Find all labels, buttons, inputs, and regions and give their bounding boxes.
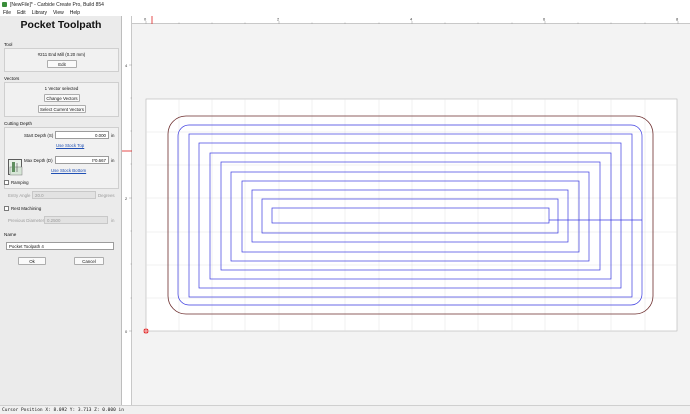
title-bar: [NewFile]* - Carbide Create Pro, Build 8… [0,0,690,9]
max-depth-label: Max Depth (D) [24,158,53,163]
start-depth-label: Start Depth (S) [24,133,54,138]
use-stock-bottom-link[interactable]: Use Stock Bottom [51,168,86,173]
entry-angle-unit: Degrees [98,193,115,198]
ramping-label: Ramping [11,180,29,185]
rest-machining-label: Rest Machining [11,206,42,211]
depth-diagram-icon [8,159,23,176]
pocket-toolpath-panel: Pocket Toolpath Tool #211 End Mill (0.20… [0,16,122,405]
panel-title: Pocket Toolpath [20,19,102,31]
use-stock-top-link[interactable]: Use Stock Top [56,143,84,148]
left-ruler-label-0: 0 [125,329,128,334]
tool-name: #211 End Mill (0.20 mm) [37,52,86,57]
vectors-section-label: Vectors [4,76,20,81]
rest-machining-checkbox[interactable] [4,206,9,211]
entry-angle-input[interactable]: 20.0 [32,191,96,199]
top-ruler: 0 2 4 6 8 [132,16,690,24]
cutting-depth-section-label: Cutting Depth [4,121,33,126]
left-ruler-label-2: 2 [125,196,128,201]
select-current-vectors-button[interactable]: Select Current Vectors [38,105,86,113]
name-section-label: Name [4,232,17,237]
menu-view[interactable]: View [53,10,64,16]
status-bar: Cursor Position X: 8.092 Y: 3.713 Z: 0.0… [0,405,690,414]
toolpath-name-input[interactable]: Pocket Toolpath 4 [6,242,114,250]
top-ruler-label-8: 8 [676,17,679,22]
menu-help[interactable]: Help [70,10,80,16]
change-vectors-button[interactable]: Change Vectors [44,94,80,102]
menu-library[interactable]: Library [32,10,47,16]
top-ruler-label-0: 0 [144,17,147,22]
entry-angle-label: Entry Angle [8,193,31,198]
previous-diameter-unit: in [111,218,115,223]
top-ruler-label-4: 4 [410,17,413,22]
start-depth-unit: in [111,133,115,138]
menu-file[interactable]: File [3,10,11,16]
top-ruler-label-6: 6 [543,17,546,22]
top-ruler-label-2: 2 [277,17,280,22]
tool-section-label: Tool [4,42,13,47]
cursor-position-readout: Cursor Position X: 8.092 Y: 3.713 Z: 0.0… [2,407,124,413]
cancel-button[interactable]: Cancel [74,257,104,265]
menu-edit[interactable]: Edit [17,10,26,16]
vectors-selected-text: 1 Vector selected [44,86,79,91]
left-ruler: 4 2 0 [122,16,132,405]
design-canvas[interactable] [132,24,690,405]
max-depth-input[interactable]: t*0.667 [55,156,109,164]
previous-diameter-input[interactable]: 0.2500 [44,216,108,224]
tool-group: #211 End Mill (0.20 mm) Edit [4,48,119,72]
left-ruler-label-4: 4 [125,63,128,68]
ramping-checkbox[interactable] [4,180,9,185]
window-title: [NewFile]* - Carbide Create Pro, Build 8… [10,1,104,8]
max-depth-unit: in [111,158,115,163]
app-icon [2,2,7,7]
menu-bar: File Edit Library View Help [0,9,690,16]
vectors-group: 1 Vector selected Change Vectors Select … [4,82,119,117]
previous-diameter-label: Previous Diameter [8,218,45,223]
edit-tool-button[interactable]: Edit [47,60,77,68]
origin-marker [143,328,149,334]
ok-button[interactable]: Ok [18,257,46,265]
start-depth-input[interactable]: 0.000 [55,131,109,139]
